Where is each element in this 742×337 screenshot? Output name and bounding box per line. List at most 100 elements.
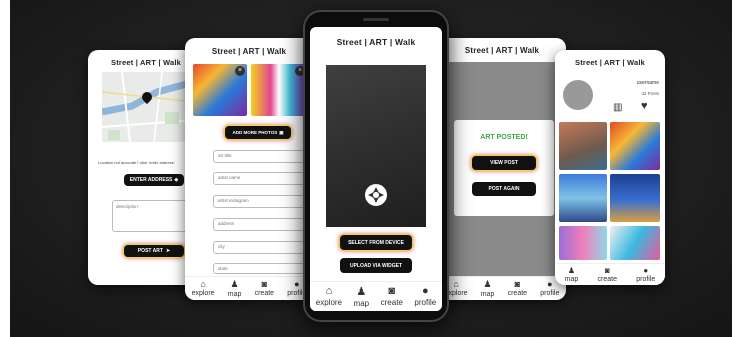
artist-name-input[interactable]: artist name [213, 172, 305, 185]
view-post-label: VIEW POST [490, 160, 518, 166]
view-post-button[interactable]: VIEW POST [472, 156, 536, 170]
gallery-item[interactable] [610, 122, 660, 170]
nav-map-label: map [353, 299, 370, 308]
nav-create[interactable]: ◙ create [598, 266, 617, 285]
gallery-item[interactable] [610, 226, 660, 260]
add-more-photos-label: ADD MORE PHOTOS [232, 130, 278, 135]
nav-map-label: map [564, 276, 579, 283]
address-placeholder: address [218, 221, 235, 226]
post-count: 42 Posts [641, 91, 659, 96]
map-pins-icon: ♟ [230, 279, 239, 289]
post-again-label: POST AGAIN [488, 186, 520, 192]
post-art-label: POST ART [137, 248, 163, 254]
description-input[interactable]: description [112, 200, 196, 232]
gallery-item[interactable] [559, 226, 607, 260]
shutter-icon [365, 184, 387, 206]
nav-explore[interactable]: ⌂ explore [316, 285, 342, 311]
nav-map[interactable]: ♟ map [565, 266, 579, 285]
home-icon: ⌂ [200, 279, 206, 289]
nav-profile[interactable]: ● profile [414, 285, 436, 311]
showcase-background: Street | ART | Walk +− Location not accu… [10, 0, 732, 337]
map-view[interactable]: +− [102, 72, 194, 142]
app-title: Street | ART | Walk [464, 46, 540, 55]
bottom-nav: ⌂ explore ♟ map ◙ create ● profile [438, 276, 566, 300]
camera-icon: ◙ [388, 285, 396, 297]
person-icon: ● [643, 266, 649, 275]
city-placeholder: city [218, 244, 225, 249]
nav-profile[interactable]: ● profile [636, 266, 655, 285]
remove-photo-icon[interactable]: × [235, 66, 245, 76]
app-title: Street | ART | Walk [336, 37, 416, 47]
enter-address-label: ENTER ADDRESS [129, 177, 173, 183]
nav-create-label: create [507, 290, 528, 297]
nav-map[interactable]: ♟ map [354, 285, 370, 311]
art-posted-message: ART POSTED! [480, 134, 528, 141]
art-posted-screen: Street | ART | Walk ART POSTED! VIEW POS… [438, 38, 566, 300]
artist-instagram-placeholder: artist instagram [218, 198, 249, 203]
state-input[interactable]: state [213, 263, 305, 274]
enter-address-button[interactable]: ENTER ADDRESS ◆ [124, 174, 184, 186]
photo-preview-area[interactable] [326, 65, 426, 227]
book-icon[interactable]: ▥ [613, 102, 622, 113]
bottom-nav: ♟ map ◙ create ● profile [555, 263, 665, 285]
bottom-nav: ⌂ explore ♟ map ◙ create ● profile [310, 281, 442, 311]
post-art-button[interactable]: POST ART ➤ [124, 245, 184, 257]
nav-create[interactable]: ◙ create [381, 285, 403, 311]
upload-via-widget-label: UPLOAD VIA WIDGET [349, 262, 403, 269]
nav-profile-label: profile [636, 276, 656, 283]
camera-icon: ◙ [261, 279, 268, 289]
camera-icon: ◙ [604, 266, 610, 275]
nav-profile-label: profile [414, 298, 437, 307]
location-icon: ◆ [174, 177, 179, 183]
gallery-item[interactable] [559, 174, 607, 222]
nav-explore[interactable]: ⌂ explore [192, 279, 215, 300]
nav-explore-label: explore [191, 290, 215, 297]
nav-map[interactable]: ♟ map [481, 279, 495, 300]
map-pins-icon: ♟ [483, 279, 492, 289]
artist-instagram-input[interactable]: artist instagram [213, 195, 305, 208]
nav-map-label: map [227, 291, 242, 298]
app-title: Street | ART | Walk [575, 58, 645, 67]
nav-map[interactable]: ♟ map [228, 279, 242, 300]
gallery-item[interactable] [559, 122, 607, 170]
map-graphic [102, 72, 194, 142]
username: username [636, 80, 659, 86]
city-input[interactable]: city [213, 241, 305, 254]
map-pins-icon: ♟ [567, 266, 576, 275]
description-placeholder: description [116, 204, 138, 209]
art-photo-1[interactable]: × [193, 64, 247, 116]
avatar [563, 80, 593, 110]
state-placeholder: state [218, 266, 228, 271]
nav-create[interactable]: ◙ create [255, 279, 274, 300]
nav-create[interactable]: ◙ create [508, 279, 527, 300]
art-title-input[interactable]: art title [213, 150, 305, 163]
send-icon: ➤ [165, 248, 171, 254]
address-input[interactable]: address [213, 218, 305, 231]
nav-explore-label: explore [315, 298, 343, 307]
gallery-item[interactable] [610, 174, 660, 222]
artist-name-placeholder: artist name [218, 175, 241, 180]
phone-speaker [363, 18, 389, 21]
nav-map-label: map [480, 291, 495, 298]
app-title: Street | ART | Walk [211, 47, 287, 56]
posted-modal: ART POSTED! VIEW POST POST AGAIN [454, 120, 554, 216]
person-icon: ● [294, 279, 300, 289]
home-icon: ⌂ [325, 285, 333, 297]
select-from-device-label: SELECT FROM DEVICE [348, 239, 404, 246]
map-pins-icon: ♟ [356, 286, 367, 298]
upload-via-widget-button[interactable]: UPLOAD VIA WIDGET [340, 258, 412, 273]
center-phone-frame: Street | ART | Walk SELECT FROM DEVICE U… [303, 10, 449, 322]
nav-create-label: create [254, 290, 275, 297]
camera-icon: ▣ [279, 129, 284, 135]
art-photo-2[interactable]: × [251, 64, 307, 116]
add-more-photos-button[interactable]: ADD MORE PHOTOS ▣ [225, 126, 291, 139]
nav-create-label: create [380, 298, 403, 307]
post-again-button[interactable]: POST AGAIN [472, 182, 536, 196]
select-from-device-button[interactable]: SELECT FROM DEVICE [340, 235, 412, 250]
art-form-screen: Street | ART | Walk × × ADD MORE PHOTOS … [185, 38, 313, 300]
location-prompt: Location not accurate? click 'enter addr… [98, 160, 175, 165]
camera-icon: ◙ [514, 279, 521, 289]
heart-icon[interactable]: ♥ [641, 100, 648, 112]
art-title-placeholder: art title [218, 153, 232, 158]
bottom-nav: ⌂ explore ♟ map ◙ create ● profile [185, 276, 313, 300]
